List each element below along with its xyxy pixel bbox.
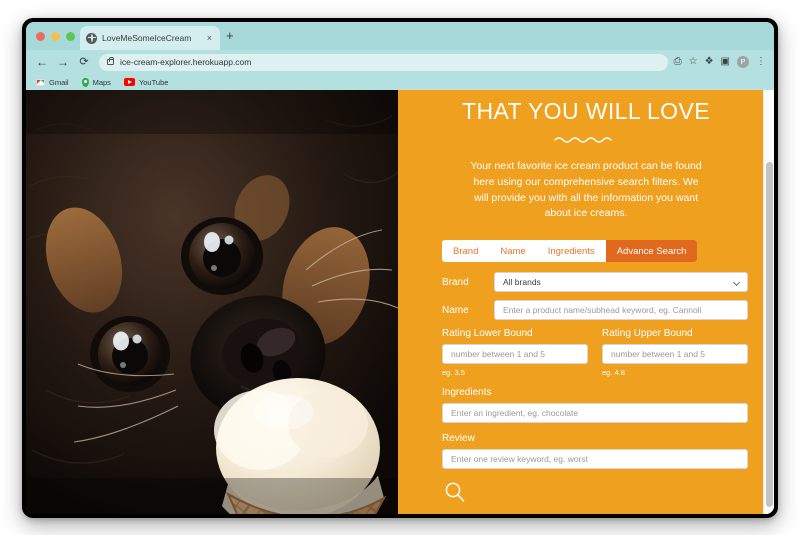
tab-strip: LoveMeSomeIceCream × +: [26, 22, 774, 50]
brand-select[interactable]: All brands: [494, 272, 748, 292]
rating-upper-hint: eg. 4.8: [602, 368, 625, 377]
screen: LoveMeSomeIceCream × + ← → ⟳ ice-cream-e…: [0, 0, 800, 535]
ingredients-group: Ingredients Enter an ingredient, eg. cho…: [442, 387, 748, 423]
brand-label: Brand: [442, 276, 469, 288]
browser-toolbar: ← → ⟳ ice-cream-explorer.herokuapp.com ⎙…: [26, 50, 774, 74]
review-placeholder: Enter one review keyword, eg. worst: [451, 454, 589, 464]
menu-kebab-icon[interactable]: ⋮: [756, 57, 766, 67]
globe-icon: [86, 32, 97, 44]
lock-icon: [107, 56, 115, 65]
rating-upper-input[interactable]: number between 1 and 5: [602, 344, 748, 364]
reload-icon[interactable]: ⟳: [76, 56, 92, 68]
bookmark-youtube[interactable]: YouTube: [123, 77, 169, 87]
close-window-button[interactable]: [36, 32, 45, 41]
bookmark-label: YouTube: [138, 77, 169, 87]
browser-window-inner: LoveMeSomeIceCream × + ← → ⟳ ice-cream-e…: [26, 22, 774, 514]
toolbar-icons: ⎙ ☆ ❖ ▣ P ⋮: [674, 56, 766, 68]
search-mode-tabs: Brand Name Ingredients Advance Search: [442, 240, 698, 262]
tab-name[interactable]: Name: [489, 240, 537, 262]
brand-select-value: All brands: [503, 277, 541, 287]
youtube-icon: [123, 78, 135, 86]
tab-brand[interactable]: Brand: [442, 240, 490, 262]
tab-advance-search[interactable]: Advance Search: [605, 240, 698, 262]
rating-lower-placeholder: number between 1 and 5: [451, 349, 546, 359]
address-bar[interactable]: ice-cream-explorer.herokuapp.com: [99, 53, 668, 71]
rating-lower-label: Rating Lower Bound: [442, 328, 533, 339]
bookmarks-bar: Gmail Maps YouTube: [26, 74, 774, 90]
search-panel: THAT YOU WILL LOVE Your next favorite ic…: [398, 90, 774, 514]
extensions-puzzle-icon[interactable]: ❖: [705, 57, 714, 67]
page-title: THAT YOU WILL LOVE: [462, 98, 710, 124]
gmail-icon: [36, 78, 45, 86]
page-scrollbar[interactable]: [763, 90, 774, 514]
forward-icon[interactable]: →: [55, 56, 71, 68]
sidebar-panel-icon[interactable]: ▣: [721, 57, 730, 67]
window-controls: [36, 32, 75, 41]
bookmark-maps[interactable]: Maps: [81, 77, 111, 87]
review-input[interactable]: Enter one review keyword, eg. worst: [442, 449, 748, 469]
review-label: Review: [442, 433, 475, 444]
bookmark-label: Maps: [92, 77, 111, 87]
ingredients-placeholder: Enter an ingredient, eg. chocolate: [451, 408, 579, 418]
review-group: Review Enter one review keyword, eg. wor…: [442, 433, 748, 469]
search-submit-button[interactable]: [444, 481, 466, 503]
rating-upper-label: Rating Upper Bound: [602, 328, 693, 339]
ingredients-input[interactable]: Enter an ingredient, eg. chocolate: [442, 403, 748, 423]
name-label: Name: [442, 304, 469, 316]
rating-upper-placeholder: number between 1 and 5: [611, 349, 706, 359]
bookmark-label: Gmail: [49, 77, 69, 87]
name-input-placeholder: Enter a product name/subhead keyword, eg…: [503, 305, 702, 315]
brand-row: Brand All brands: [442, 272, 748, 292]
share-icon[interactable]: ⎙: [674, 57, 682, 67]
rating-bounds-row: Rating Lower Bound number between 1 and …: [442, 328, 748, 377]
back-icon[interactable]: ←: [34, 56, 50, 68]
rating-upper-group: Rating Upper Bound number between 1 and …: [602, 328, 748, 377]
rating-lower-group: Rating Lower Bound number between 1 and …: [442, 328, 588, 377]
tab-ingredients[interactable]: Ingredients: [536, 240, 606, 262]
browser-tab[interactable]: LoveMeSomeIceCream ×: [80, 26, 220, 50]
wave-divider-icon: [554, 137, 612, 143]
browser-window: LoveMeSomeIceCream × + ← → ⟳ ice-cream-e…: [22, 18, 778, 518]
avatar[interactable]: P: [737, 56, 749, 68]
rating-lower-input[interactable]: number between 1 and 5: [442, 344, 588, 364]
advance-search-form: Brand All brands Name Enter a product na…: [424, 272, 748, 503]
bookmark-gmail[interactable]: Gmail: [36, 78, 69, 87]
new-tab-button[interactable]: +: [226, 29, 234, 42]
minimize-window-button[interactable]: [51, 32, 60, 41]
maps-pin-icon: [81, 77, 89, 87]
page-description: Your next favorite ice cream product can…: [470, 160, 702, 220]
browser-tab-title: LoveMeSomeIceCream: [102, 33, 192, 43]
hero-photo: [26, 90, 398, 514]
maximize-window-button[interactable]: [66, 32, 75, 41]
name-input[interactable]: Enter a product name/subhead keyword, eg…: [494, 300, 748, 320]
address-bar-url: ice-cream-explorer.herokuapp.com: [120, 57, 252, 67]
bookmark-star-icon[interactable]: ☆: [689, 57, 698, 67]
chevron-down-icon: [732, 278, 741, 287]
ingredients-label: Ingredients: [442, 387, 492, 398]
scrollbar-thumb[interactable]: [766, 162, 773, 507]
page-viewport: THAT YOU WILL LOVE Your next favorite ic…: [26, 90, 774, 514]
close-icon[interactable]: ×: [205, 33, 214, 43]
rating-lower-hint: eg. 3.5: [442, 368, 465, 377]
name-row: Name Enter a product name/subhead keywor…: [442, 300, 748, 320]
